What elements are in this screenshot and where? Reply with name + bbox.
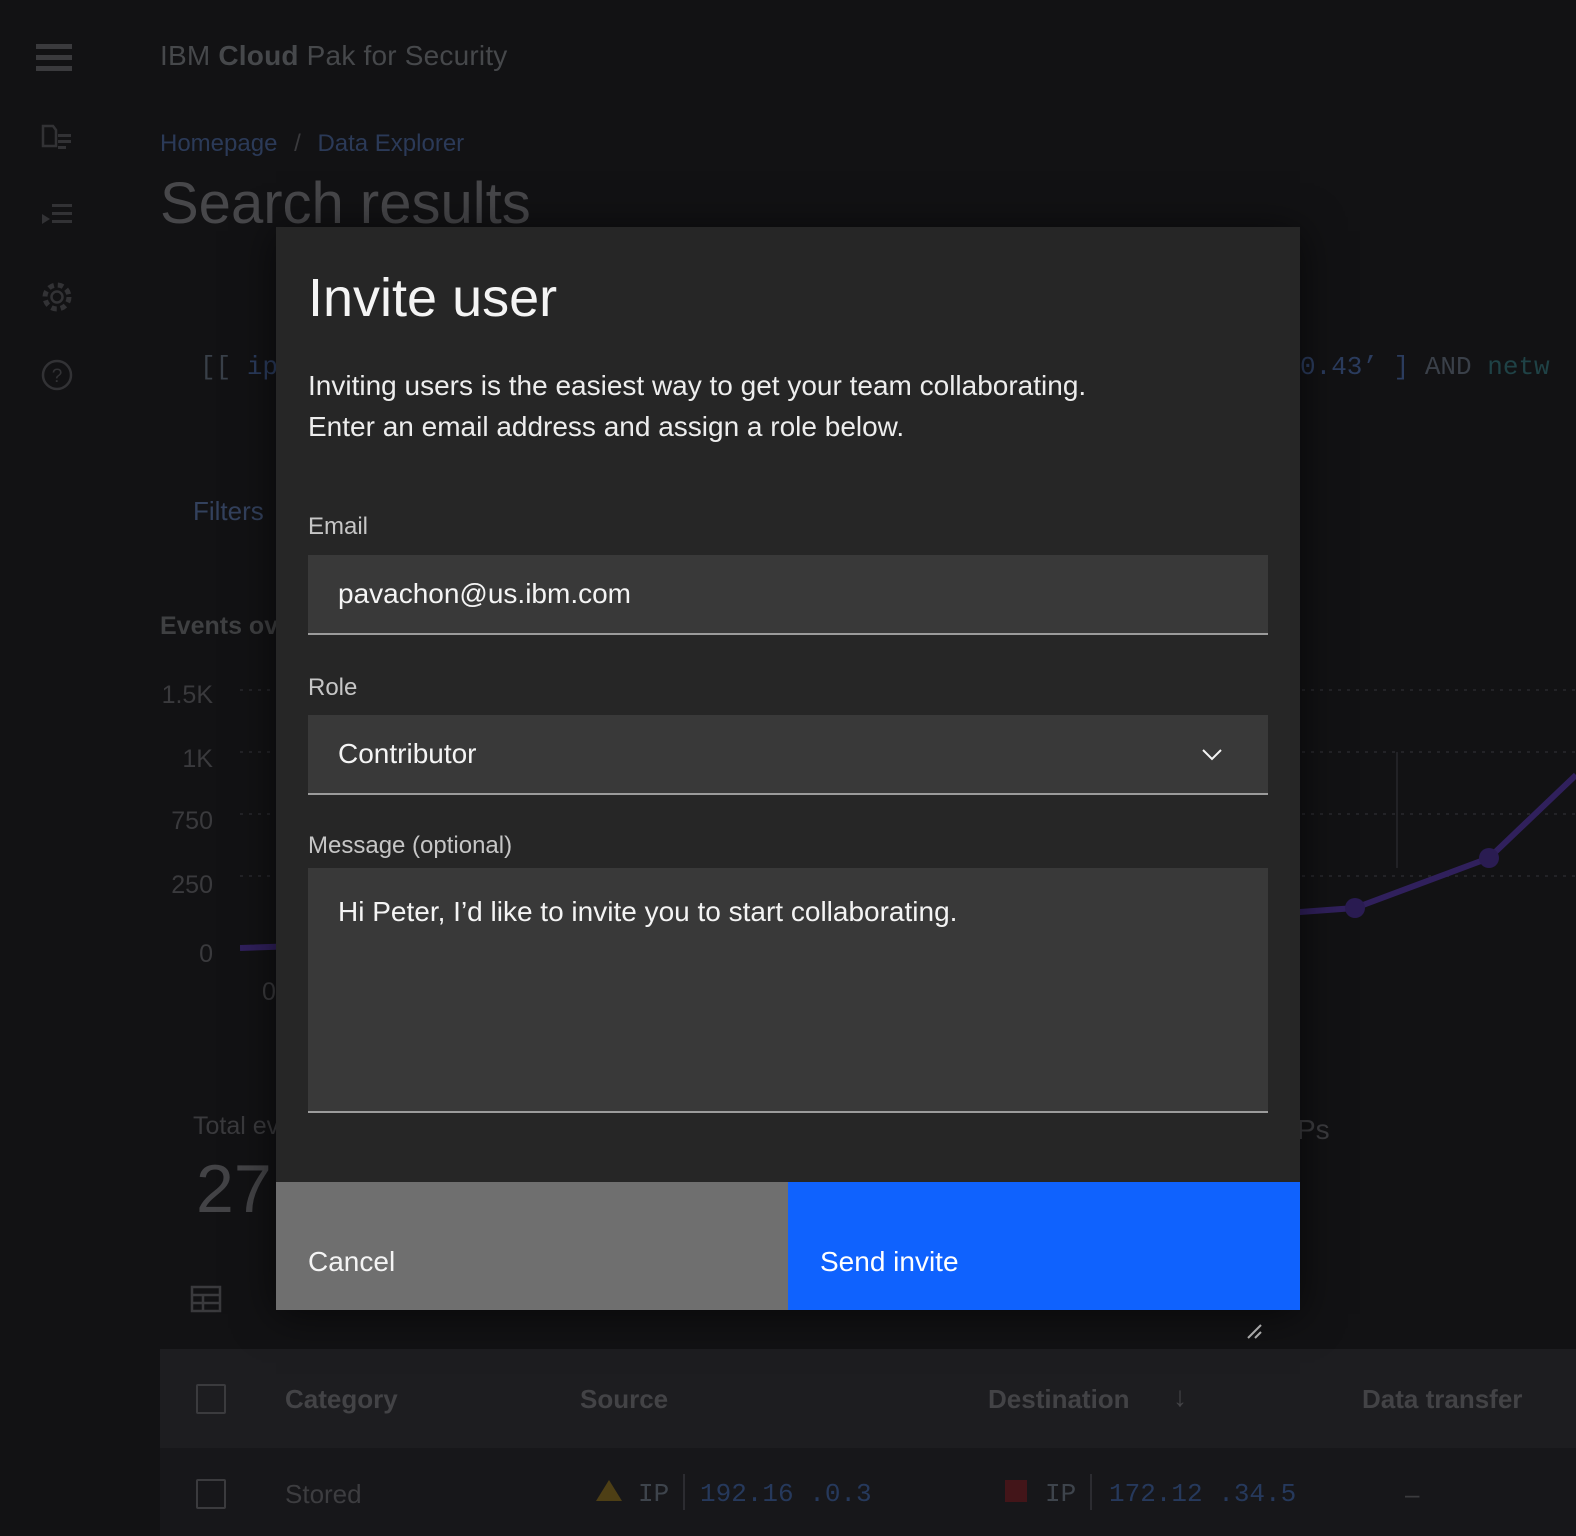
- breadcrumb: Homepage / Data Explorer: [160, 130, 464, 158]
- row-checkbox[interactable]: [196, 1479, 226, 1509]
- query-field-netw: netw: [1487, 352, 1549, 382]
- brand-bold: Cloud: [218, 40, 298, 71]
- hamburger-menu-icon[interactable]: [36, 42, 76, 74]
- query-bracket: [[: [200, 352, 231, 382]
- col-header-data-transfer[interactable]: Data transfer: [1362, 1384, 1522, 1415]
- col-header-destination[interactable]: Destination: [988, 1384, 1130, 1415]
- cell-category: Stored: [285, 1479, 362, 1510]
- role-select[interactable]: Contributor: [308, 715, 1268, 795]
- svg-text:?: ?: [52, 366, 63, 387]
- cell-divider: [683, 1474, 685, 1510]
- breadcrumb-separator: /: [294, 130, 301, 157]
- col-header-category[interactable]: Category: [285, 1384, 398, 1415]
- invite-user-modal: Invite user Inviting users is the easies…: [276, 227, 1300, 1310]
- select-all-checkbox[interactable]: [196, 1384, 226, 1414]
- chart-point: [1479, 848, 1499, 868]
- app-window: IBM Cloud Pak for Security ? Homepage: [0, 0, 1576, 1536]
- severity-triangle-icon: [596, 1480, 622, 1501]
- total-events-label: Total ev: [193, 1112, 279, 1141]
- email-label: Email: [308, 513, 368, 541]
- message-label: Message (optional): [308, 832, 512, 860]
- description-line-1: Inviting users is the easiest way to get…: [308, 365, 1086, 406]
- total-events-value: 27: [196, 1150, 272, 1228]
- cancel-button[interactable]: Cancel: [276, 1182, 788, 1310]
- y-tick: 250: [153, 871, 213, 900]
- textarea-resize-handle[interactable]: [1242, 1323, 1262, 1339]
- query-value: 0.43’ ]: [1300, 352, 1409, 382]
- queue-list-icon[interactable]: [40, 198, 74, 232]
- modal-footer: Cancel Send invite: [276, 1182, 1300, 1310]
- role-selected-value: Contributor: [338, 738, 477, 769]
- filters-link[interactable]: Filters: [193, 496, 264, 527]
- email-field[interactable]: [308, 555, 1268, 635]
- sort-descending-icon[interactable]: ↓: [1173, 1381, 1187, 1413]
- app-title: IBM Cloud Pak for Security: [160, 40, 508, 72]
- search-query-fragment-right[interactable]: 0.43’ ] AND netw: [1300, 352, 1550, 382]
- table-view-icon[interactable]: [190, 1283, 222, 1315]
- destination-ip-link[interactable]: 172.12 .34.5: [1109, 1479, 1296, 1509]
- y-tick: 750: [153, 807, 213, 836]
- query-operator: AND: [1425, 352, 1472, 382]
- brand-suffix: Pak for Security: [299, 40, 508, 71]
- y-tick: 1.5K: [153, 681, 213, 710]
- data-sources-icon[interactable]: [40, 120, 74, 154]
- severity-square-icon: [1005, 1480, 1027, 1502]
- breadcrumb-homepage[interactable]: Homepage: [160, 130, 277, 157]
- source-type: IP: [638, 1479, 669, 1509]
- settings-gear-icon[interactable]: [40, 280, 74, 314]
- events-chart-heading: Events ov: [160, 612, 278, 641]
- col-header-source[interactable]: Source: [580, 1384, 668, 1415]
- chart-point: [1345, 898, 1365, 918]
- description-line-2: Enter an email address and assign a role…: [308, 406, 1086, 447]
- y-tick: 1K: [153, 745, 213, 774]
- chevron-down-icon: [1200, 747, 1224, 763]
- modal-description: Inviting users is the easiest way to get…: [308, 365, 1086, 447]
- brand-prefix: IBM: [160, 40, 210, 71]
- right-card-heading-fragment: Ps: [1297, 1114, 1330, 1146]
- search-query-fragment-left[interactable]: [[ ip: [200, 352, 278, 382]
- role-label: Role: [308, 674, 357, 702]
- cell-data-transfer: –: [1405, 1479, 1419, 1510]
- cell-divider: [1090, 1474, 1092, 1510]
- message-textarea[interactable]: [308, 868, 1268, 1113]
- y-tick: 0: [153, 940, 213, 969]
- modal-title: Invite user: [308, 267, 557, 329]
- query-field-ip: ip: [247, 352, 278, 382]
- send-invite-button[interactable]: Send invite: [788, 1182, 1300, 1310]
- source-ip-link[interactable]: 192.16 .0.3: [700, 1479, 872, 1509]
- help-icon[interactable]: ?: [40, 358, 74, 392]
- destination-type: IP: [1045, 1479, 1076, 1509]
- breadcrumb-data-explorer[interactable]: Data Explorer: [317, 130, 464, 157]
